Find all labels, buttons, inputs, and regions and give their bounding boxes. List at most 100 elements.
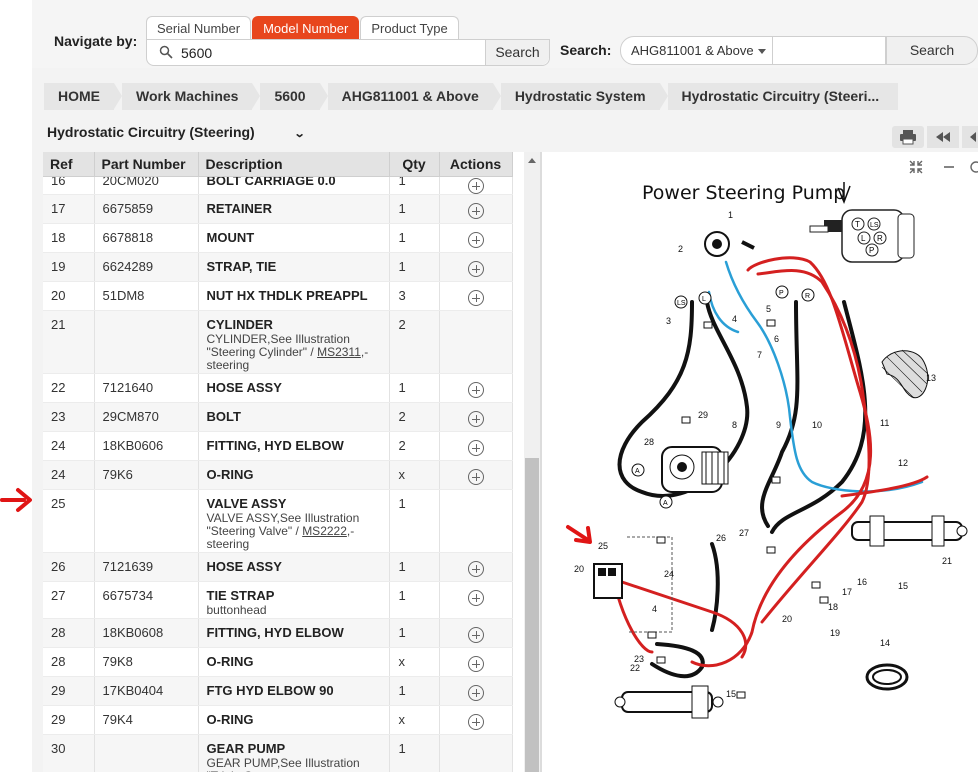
model-search-input[interactable] [181,43,481,63]
cell-description: MOUNT [198,223,390,253]
breadcrumb-model[interactable]: 5600 [260,83,328,110]
part-search-button[interactable]: Search [886,36,978,65]
parts-scrollbar[interactable] [524,152,540,772]
cell-part-number: 79K8 [94,647,199,677]
cell-part-number: 6624289 [94,252,199,282]
svg-text:8: 8 [732,420,737,430]
add-to-cart-plus-icon[interactable] [467,231,484,248]
svg-text:20: 20 [782,614,792,624]
cell-actions [439,552,513,582]
breadcrumb-hydrostatic-system[interactable]: Hydrostatic System [500,83,668,110]
cell-description: RETAINER [198,194,390,224]
navigate-by-label: Navigate by: [54,33,138,49]
zoom-out-button[interactable] [935,155,963,179]
add-to-cart-plus-icon[interactable] [467,713,484,730]
table-row[interactable]: 18 6678818 MOUNT 1 [43,223,513,253]
add-to-cart-plus-icon[interactable] [467,468,484,485]
add-to-cart-plus-icon[interactable] [467,439,484,456]
cell-actions [439,618,513,648]
breadcrumb-work-machines[interactable]: Work Machines [122,83,261,110]
add-to-cart-plus-icon[interactable] [467,655,484,672]
cell-qty: 1 [389,223,440,253]
zoom-in-button[interactable] [966,155,978,179]
breadcrumb-serial-range[interactable]: AHG811001 & Above [327,83,502,110]
cell-ref: 28 [43,647,95,677]
navigate-tabs: Serial Number Model Number Product Type [146,16,460,41]
illustration-link[interactable]: MS2222 [302,524,347,538]
table-row[interactable]: 24 79K6 O-RING x [43,460,513,490]
section-select[interactable]: Hydrostatic Circuitry (Steering) ⌄ [47,124,305,140]
cell-part-number: 51DM8 [94,281,199,311]
parts-table-body: 16 20CM020 BOLT CARRIAGE 0.0 1 17 6675859 RETA… [43,176,513,772]
table-row[interactable]: 21 CYLINDER CYLINDER,See Illustration "Ste… [43,310,513,374]
table-row[interactable]: 30 GEAR PUMPGEAR PUMP,See Illustration "T… [43,734,513,772]
search-icon [159,45,173,59]
add-to-cart-plus-icon[interactable] [467,289,484,306]
table-row[interactable]: 29 17KB0404 FTG HYD ELBOW 90 1 [43,676,513,706]
part-search-input[interactable] [773,36,886,65]
add-to-cart-plus-icon[interactable] [467,410,484,427]
svg-text:1: 1 [728,210,733,220]
svg-text:18: 18 [828,602,838,612]
table-row[interactable]: 26 7121639 HOSE ASSY 1 [43,552,513,582]
parts-diagram[interactable]: T LS L R P LS L P R A A 1 2 3 4 5 6 7 8 … [542,152,978,772]
table-row[interactable]: 24 18KB0606 FITTING, HYD ELBOW 2 [43,431,513,461]
cell-description: BOLT CARRIAGE 0.0 [198,176,390,195]
cell-description: STRAP, TIE [198,252,390,282]
serial-range-select[interactable]: AHG811001 & Above [620,36,773,65]
table-row[interactable]: 27 6675734 TIE STRAP buttonhead 1 [43,581,513,619]
cell-description: FTG HYD ELBOW 90 [198,676,390,706]
column-header-part-number[interactable]: Part Number [94,152,199,177]
breadcrumb: HOME Work Machines 5600 AHG811001 & Abov… [44,83,906,110]
part-14-drawing [865,663,909,691]
pump-part-1 [704,231,755,257]
breadcrumb-current[interactable]: Hydrostatic Circuitry (Steeri... [667,83,898,110]
description-title: TIE STRAP [206,587,275,603]
cell-actions [439,252,513,282]
column-header-qty[interactable]: Qty [389,152,440,177]
table-row[interactable]: 23 29CM870 BOLT 2 [43,402,513,432]
print-button[interactable] [892,126,924,148]
cell-description: O-RING [198,460,390,490]
description-detail-text: buttonhead [206,602,267,617]
cell-qty: 2 [389,402,440,432]
fit-view-button[interactable] [902,155,930,179]
add-to-cart-plus-icon[interactable] [467,626,484,643]
cell-ref: 29 [43,705,95,735]
breadcrumb-home[interactable]: HOME [44,83,122,110]
first-page-button[interactable] [927,126,959,148]
table-row[interactable]: 25 VALVE ASSY VALVE ASSY,See Illustration … [43,489,513,553]
scroll-up-icon[interactable] [528,158,536,163]
table-row[interactable]: 17 6675859 RETAINER 1 [43,194,513,224]
add-to-cart-plus-icon[interactable] [467,177,484,193]
table-row[interactable]: 28 18KB0608 FITTING, HYD ELBOW 1 [43,618,513,648]
column-header-actions: Actions [439,152,513,177]
previous-page-button[interactable] [962,126,978,148]
tab-model-number[interactable]: Model Number [252,16,360,41]
description-title: O-RING [206,653,254,669]
tab-product-type[interactable]: Product Type [360,16,459,41]
column-header-ref[interactable]: Ref [43,152,95,177]
add-to-cart-plus-icon[interactable] [467,589,484,606]
table-row[interactable]: 28 79K8 O-RING x [43,647,513,677]
cell-qty: 1 [389,581,440,619]
table-row[interactable]: 29 79K4 O-RING x [43,705,513,735]
table-row[interactable]: 16 20CM020 BOLT CARRIAGE 0.0 1 [43,176,513,195]
add-to-cart-plus-icon[interactable] [467,381,484,398]
illustration-link[interactable]: MS2311 [317,345,361,359]
table-row[interactable]: 19 6624289 STRAP, TIE 1 [43,252,513,282]
table-row[interactable]: 20 51DM8 NUT HX THDLK PREAPPL 3 [43,281,513,311]
description-title: RETAINER [206,200,272,216]
add-to-cart-plus-icon[interactable] [467,560,484,577]
add-to-cart-plus-icon[interactable] [467,260,484,277]
scroll-thumb[interactable] [525,458,539,772]
cell-qty: 2 [389,310,440,374]
column-header-description[interactable]: Description [198,152,390,177]
add-to-cart-plus-icon[interactable] [467,684,484,701]
model-search-button[interactable]: Search [485,40,549,65]
svg-text:A: A [635,468,640,475]
table-row[interactable]: 22 7121640 HOSE ASSY 1 [43,373,513,403]
tab-serial-number[interactable]: Serial Number [146,16,252,41]
add-to-cart-plus-icon[interactable] [467,202,484,219]
caret-down-icon [758,49,766,54]
